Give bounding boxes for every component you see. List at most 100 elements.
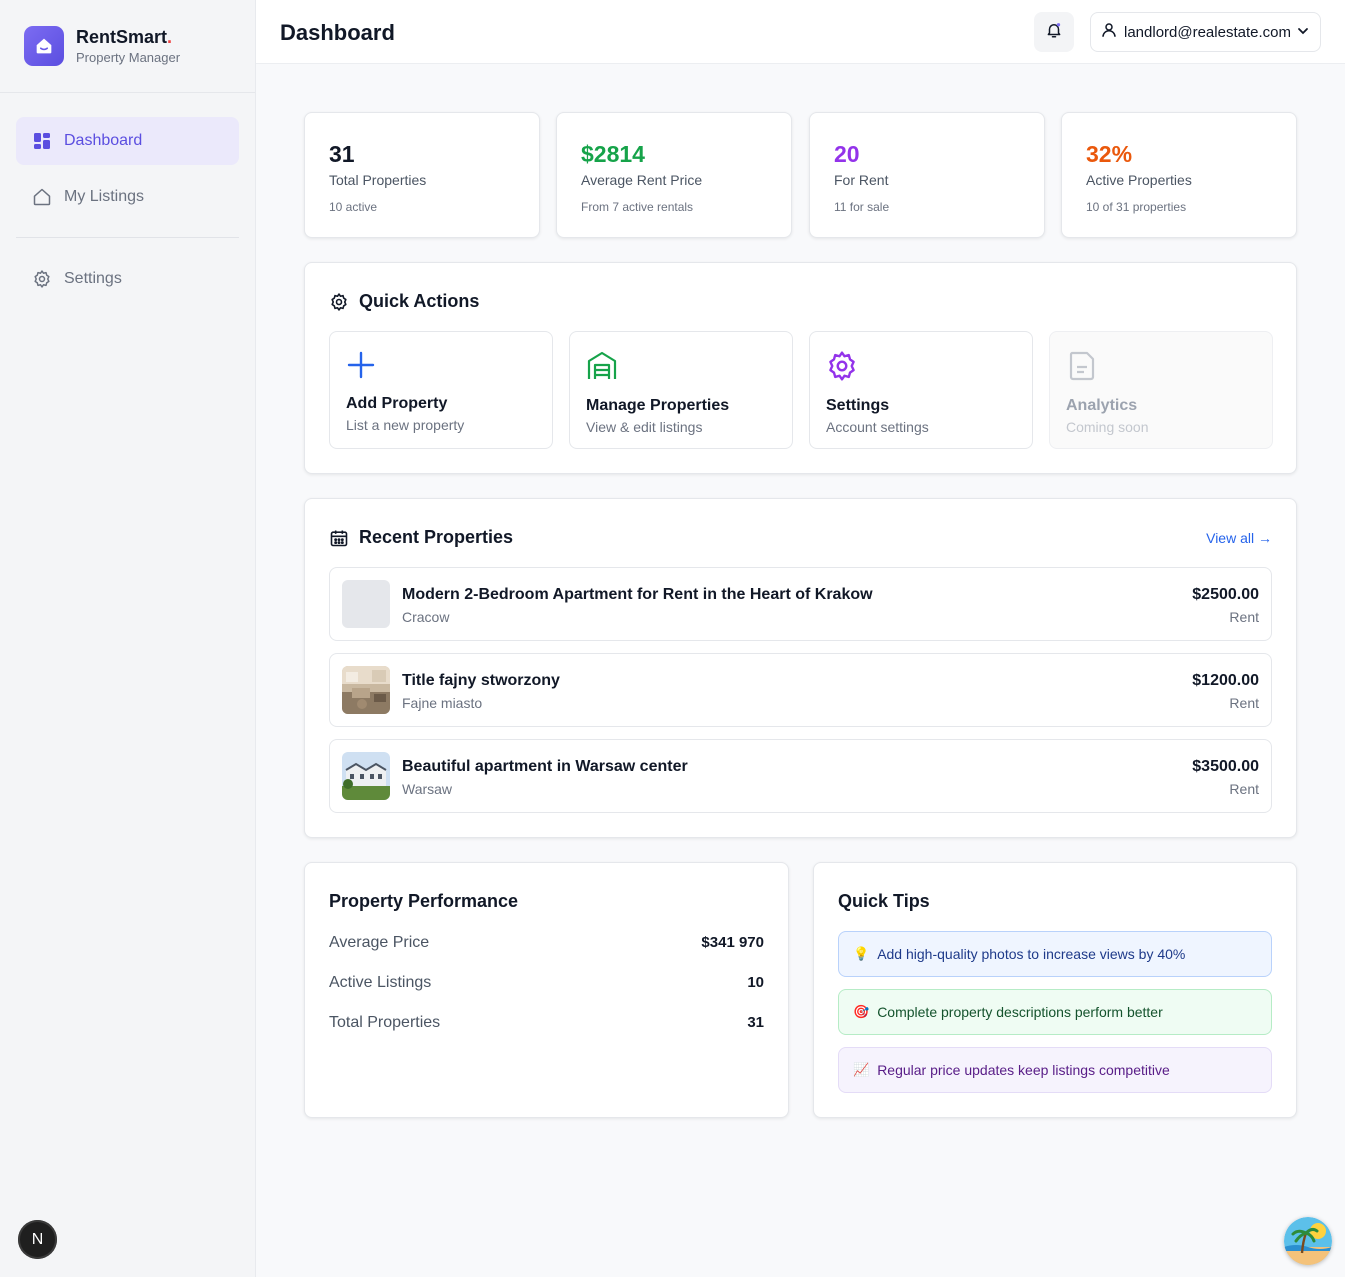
qa-desc: Coming soon: [1066, 419, 1149, 435]
stat-label: Average Rent Price: [581, 172, 703, 188]
manage-properties-button[interactable]: Manage Properties View & edit listings: [569, 331, 793, 449]
performance-value: 31: [747, 1014, 764, 1031]
qa-title: Settings: [826, 397, 890, 414]
property-row[interactable]: Title fajny stworzony Fajne miasto $1200…: [329, 653, 1272, 727]
stat-card-average-rent: $2814 Average Rent Price From 7 active r…: [556, 112, 792, 238]
user-email: landlord@realestate.com: [1124, 23, 1291, 41]
property-thumbnail-placeholder: [342, 580, 390, 628]
property-title: Modern 2-Bedroom Apartment for Rent in t…: [402, 586, 873, 603]
recent-properties-panel: Recent Properties View all → Modern 2-Be…: [304, 498, 1297, 838]
property-title: Beautiful apartment in Warsaw center: [402, 758, 688, 775]
beach-widget-icon[interactable]: [1284, 1217, 1332, 1265]
qa-desc: List a new property: [346, 417, 465, 433]
calendar-icon: [329, 528, 349, 548]
property-row[interactable]: Beautiful apartment in Warsaw center War…: [329, 739, 1272, 813]
gear-icon: [329, 292, 349, 312]
page-title: Dashboard: [280, 20, 395, 45]
stat-card-total-properties: 31 Total Properties 10 active: [304, 112, 540, 238]
property-row[interactable]: Modern 2-Bedroom Apartment for Rent in t…: [329, 567, 1272, 641]
property-thumbnail: [342, 752, 390, 800]
qa-desc: Account settings: [826, 419, 929, 435]
warehouse-icon: [586, 351, 618, 386]
brand[interactable]: RentSmart. Property Manager: [0, 0, 255, 93]
tip-text: Add high-quality photos to increase view…: [877, 946, 1186, 962]
qa-desc: View & edit listings: [586, 419, 703, 435]
lightbulb-icon: 💡: [853, 946, 870, 961]
stat-sub: From 7 active rentals: [581, 200, 694, 214]
qa-title: Analytics: [1066, 397, 1138, 414]
stat-sub: 11 for sale: [834, 200, 890, 214]
stat-value: 20: [834, 141, 860, 167]
qa-title: Manage Properties: [586, 397, 730, 414]
property-city: Cracow: [402, 609, 450, 625]
user-icon: [1100, 21, 1118, 43]
property-type: Rent: [1229, 695, 1259, 711]
stat-card-for-rent: 20 For Rent 11 for sale: [809, 112, 1045, 238]
quick-actions-title: Quick Actions: [329, 291, 479, 312]
property-price: $2500.00: [1192, 586, 1259, 603]
nav-divider: [16, 237, 239, 238]
performance-row: Active Listings 10: [329, 974, 764, 992]
performance-label: Active Listings: [329, 974, 432, 991]
property-price: $3500.00: [1192, 758, 1259, 775]
analytics-button: Analytics Coming soon: [1049, 331, 1273, 449]
property-type: Rent: [1229, 781, 1259, 797]
notifications-button[interactable]: [1034, 12, 1074, 52]
logo-icon: [24, 26, 64, 66]
performance-title: Property Performance: [329, 891, 519, 911]
performance-value: $341 970: [701, 934, 764, 951]
top-header: Dashboard landlord@realestate.com: [256, 0, 1345, 64]
qa-title: Add Property: [346, 395, 448, 412]
performance-row: Total Properties 31: [329, 1014, 764, 1032]
stat-label: Active Properties: [1086, 172, 1192, 188]
stat-card-active-properties: 32% Active Properties 10 of 31 propertie…: [1061, 112, 1297, 238]
quick-actions-panel: Quick Actions Add Property List a new pr…: [304, 262, 1297, 474]
brand-subtitle: Property Manager: [76, 50, 181, 65]
settings-action-button[interactable]: Settings Account settings: [809, 331, 1033, 449]
performance-value: 10: [747, 974, 764, 991]
dashboard-icon: [32, 131, 52, 151]
gear-icon: [32, 269, 52, 289]
stat-sub: 10 of 31 properties: [1086, 200, 1187, 214]
chart-increasing-icon: 📈: [853, 1062, 870, 1077]
property-thumbnail: [342, 666, 390, 714]
quick-tips-panel: Quick Tips 💡 Add high-quality photos to …: [813, 862, 1297, 1118]
brand-name: RentSmart.: [76, 27, 173, 47]
stat-value: 31: [329, 141, 355, 167]
dev-tools-badge[interactable]: N: [18, 1220, 57, 1259]
property-performance-panel: Property Performance Average Price $341 …: [304, 862, 789, 1118]
stat-label: Total Properties: [329, 172, 427, 188]
tip-item: 🎯 Complete property descriptions perform…: [838, 989, 1272, 1035]
tip-item: 💡 Add high-quality photos to increase vi…: [838, 931, 1272, 977]
performance-label: Average Price: [329, 934, 430, 951]
view-all-link[interactable]: View all →: [1206, 530, 1272, 546]
gear-icon: [826, 351, 858, 386]
stat-label: For Rent: [834, 172, 889, 188]
tip-item: 📈 Regular price updates keep listings co…: [838, 1047, 1272, 1093]
sidebar: RentSmart. Property Manager Dashboard My…: [0, 0, 256, 1277]
tip-text: Complete property descriptions perform b…: [877, 1004, 1163, 1020]
user-menu-button[interactable]: landlord@realestate.com: [1090, 12, 1321, 52]
sidebar-item-label: My Listings: [64, 188, 145, 205]
recent-properties-title: Recent Properties: [329, 527, 513, 548]
sidebar-item-label: Settings: [64, 270, 122, 287]
home-icon: [32, 187, 52, 207]
sidebar-item-dashboard[interactable]: Dashboard: [16, 117, 239, 165]
chevron-down-icon: [1297, 24, 1309, 41]
stat-value: $2814: [581, 141, 645, 167]
add-property-button[interactable]: Add Property List a new property: [329, 331, 553, 449]
property-city: Fajne miasto: [402, 695, 483, 711]
tip-text: Regular price updates keep listings comp…: [877, 1062, 1170, 1078]
property-type: Rent: [1229, 609, 1259, 625]
bell-icon: [1045, 21, 1063, 44]
sidebar-item-settings[interactable]: Settings: [16, 255, 239, 303]
plus-icon: [346, 351, 376, 384]
quick-tips-title: Quick Tips: [838, 891, 930, 911]
property-city: Warsaw: [402, 781, 453, 797]
sidebar-item-label: Dashboard: [64, 132, 143, 149]
property-title: Title fajny stworzony: [402, 672, 560, 689]
property-price: $1200.00: [1192, 672, 1259, 689]
performance-row: Average Price $341 970: [329, 934, 764, 952]
stat-value: 32%: [1086, 141, 1133, 167]
sidebar-item-my-listings[interactable]: My Listings: [16, 173, 239, 221]
